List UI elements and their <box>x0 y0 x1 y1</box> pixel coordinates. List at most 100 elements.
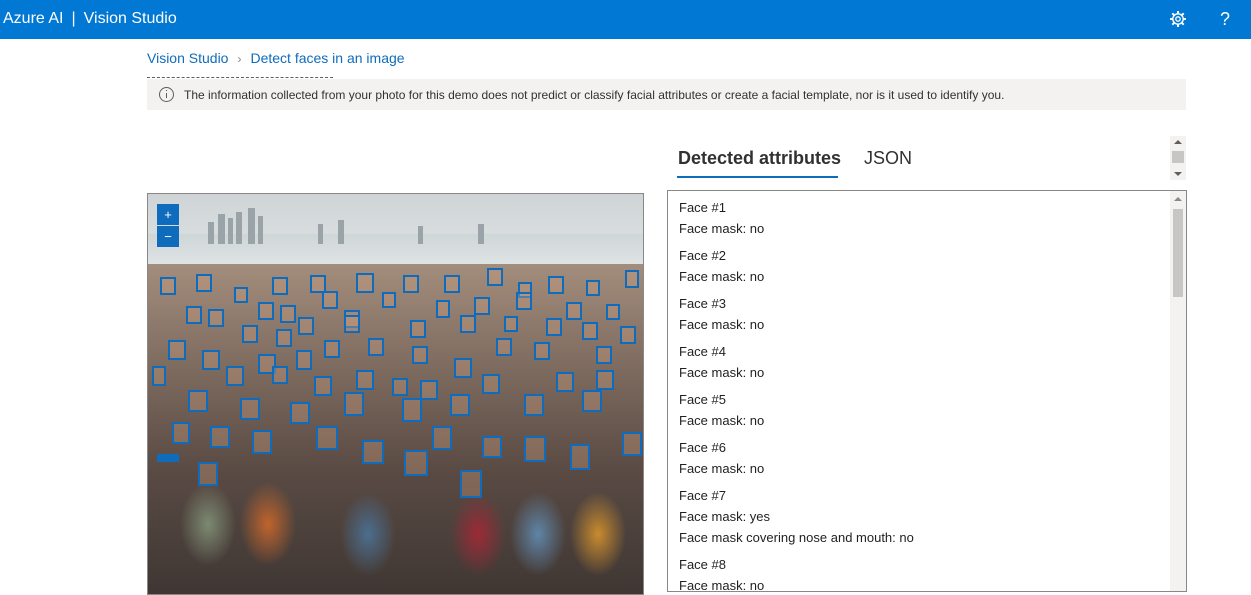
face-box[interactable] <box>160 277 176 295</box>
face-box[interactable] <box>344 392 364 416</box>
face-box[interactable] <box>272 277 288 295</box>
scroll-up-icon[interactable] <box>1174 140 1182 144</box>
tabs-scrollbar[interactable] <box>1170 136 1186 180</box>
face-box[interactable] <box>582 322 598 340</box>
face-box[interactable] <box>454 358 472 378</box>
face-box[interactable] <box>582 390 602 412</box>
city-skyline <box>208 208 484 244</box>
face-box[interactable] <box>524 394 544 416</box>
face-box[interactable] <box>548 276 564 294</box>
face-box[interactable] <box>460 470 482 498</box>
face-box[interactable] <box>152 366 166 386</box>
face-box[interactable] <box>226 366 244 386</box>
face-box[interactable] <box>534 342 550 360</box>
face-box[interactable] <box>172 422 190 444</box>
face-box[interactable] <box>566 302 582 320</box>
face-box[interactable] <box>168 340 186 360</box>
face-box[interactable] <box>412 346 428 364</box>
face-box[interactable] <box>516 292 532 310</box>
attributes-scrollbar[interactable] <box>1170 191 1186 591</box>
face-box[interactable] <box>210 426 230 448</box>
face-box[interactable] <box>504 316 518 332</box>
tab-json[interactable]: JSON <box>864 148 912 169</box>
face-entry: Face #3 Face mask: no <box>679 293 1159 335</box>
detected-attributes-panel[interactable]: Face #1 Face mask: no Face #2 Face mask: no… <box>667 190 1187 592</box>
face-box[interactable] <box>596 370 614 390</box>
face-box[interactable] <box>280 305 296 323</box>
face-box[interactable] <box>450 394 470 416</box>
face-box[interactable] <box>362 440 384 464</box>
face-box[interactable] <box>324 340 340 358</box>
scroll-thumb[interactable] <box>1172 151 1184 163</box>
face-box[interactable] <box>404 450 428 476</box>
active-tab-indicator <box>677 176 838 178</box>
face-box[interactable] <box>382 292 396 308</box>
face-box[interactable] <box>546 318 562 336</box>
face-box[interactable] <box>625 270 639 288</box>
face-box[interactable] <box>272 366 288 384</box>
face-box[interactable] <box>316 426 338 450</box>
privacy-notice-text: The information collected from your phot… <box>184 87 1005 102</box>
face-box[interactable] <box>444 275 460 293</box>
help-question-icon[interactable]: ? <box>1214 8 1236 30</box>
face-box[interactable] <box>620 326 636 344</box>
face-box[interactable] <box>258 302 274 320</box>
face-box[interactable] <box>474 297 490 315</box>
face-box[interactable] <box>570 444 590 470</box>
face-box[interactable] <box>188 390 208 412</box>
face-box[interactable] <box>322 291 338 309</box>
tab-detected-attributes[interactable]: Detected attributes <box>678 148 841 169</box>
face-box[interactable] <box>496 338 512 356</box>
face-box[interactable] <box>403 275 419 293</box>
face-box[interactable] <box>460 315 476 333</box>
face-box[interactable] <box>524 436 546 462</box>
face-box[interactable] <box>556 372 574 392</box>
face-box[interactable] <box>436 300 450 318</box>
face-box[interactable] <box>198 462 218 486</box>
face-box[interactable] <box>242 325 258 343</box>
zoom-out-button[interactable]: − <box>157 226 179 247</box>
face-box[interactable] <box>368 338 384 356</box>
app-title[interactable]: Azure AI | Vision Studio <box>3 10 177 28</box>
gear-icon[interactable] <box>1167 8 1189 30</box>
face-box[interactable] <box>290 402 310 424</box>
image-preview[interactable]: + − <box>147 193 644 595</box>
breadcrumb-current-link[interactable]: Detect faces in an image <box>250 50 404 66</box>
face-box[interactable] <box>622 432 642 456</box>
face-box[interactable] <box>420 380 438 400</box>
face-box[interactable] <box>482 436 502 458</box>
face-box[interactable] <box>356 273 374 293</box>
breadcrumb-home-link[interactable]: Vision Studio <box>147 50 228 66</box>
face-box[interactable] <box>606 304 620 320</box>
face-box[interactable] <box>252 430 272 454</box>
scroll-down-icon[interactable] <box>1174 172 1182 176</box>
scroll-thumb[interactable] <box>1173 209 1183 297</box>
face-box[interactable] <box>392 378 408 396</box>
face-box[interactable] <box>240 398 260 420</box>
face-box[interactable] <box>432 426 452 450</box>
zoom-in-button[interactable]: + <box>157 204 179 225</box>
face-box[interactable] <box>344 315 360 333</box>
brand-divider: | <box>71 10 76 27</box>
face-box[interactable] <box>596 346 612 364</box>
face-box[interactable] <box>296 350 312 370</box>
face-box[interactable] <box>314 376 332 396</box>
face-box[interactable] <box>410 320 426 338</box>
face-box[interactable] <box>196 274 212 292</box>
scroll-up-icon[interactable] <box>1174 197 1182 201</box>
face-box[interactable] <box>298 317 314 335</box>
face-box[interactable] <box>186 306 202 324</box>
face-box[interactable] <box>402 398 422 422</box>
face-box[interactable] <box>487 268 503 286</box>
face-box[interactable] <box>586 280 600 296</box>
face-attribute: Face mask: no <box>679 269 765 284</box>
face-box[interactable] <box>482 374 500 394</box>
privacy-notice: The information collected from your phot… <box>147 79 1186 110</box>
face-box[interactable] <box>356 370 374 390</box>
face-attribute: Face mask: no <box>679 413 765 428</box>
zoom-slider-thumb[interactable] <box>157 454 179 462</box>
face-box[interactable] <box>202 350 220 370</box>
face-box[interactable] <box>276 329 292 347</box>
face-box[interactable] <box>234 287 248 303</box>
face-box[interactable] <box>208 309 224 327</box>
